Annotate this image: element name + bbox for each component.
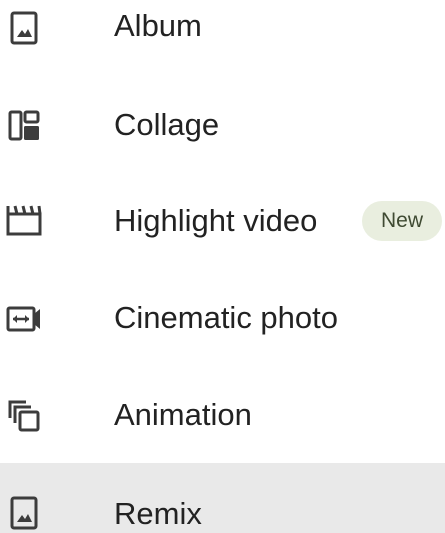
menu-item-collage[interactable]: Collage [0,90,445,160]
menu-item-cinematic-photo[interactable]: Cinematic photo [0,283,445,353]
collage-icon [6,107,42,143]
menu-item-highlight-video[interactable]: Highlight video New [0,186,445,256]
menu-item-remix[interactable]: Remix [0,463,445,533]
create-menu: Album Collage Highlight video New Cinema… [0,0,445,533]
menu-item-label: Album [114,8,202,43]
album-icon [6,10,42,46]
animation-icon [6,398,42,434]
new-badge: New [362,201,442,241]
menu-item-label: Animation [114,397,252,432]
remix-icon [6,495,42,531]
menu-item-label: Collage [114,107,220,142]
highlight-video-icon [6,202,42,238]
menu-item-label: Remix [114,496,202,531]
menu-item-label: Highlight video [114,203,318,238]
menu-item-album[interactable]: Album [0,0,445,61]
cinematic-photo-icon [6,301,42,337]
menu-item-animation[interactable]: Animation [0,380,445,450]
menu-item-label: Cinematic photo [114,300,339,335]
